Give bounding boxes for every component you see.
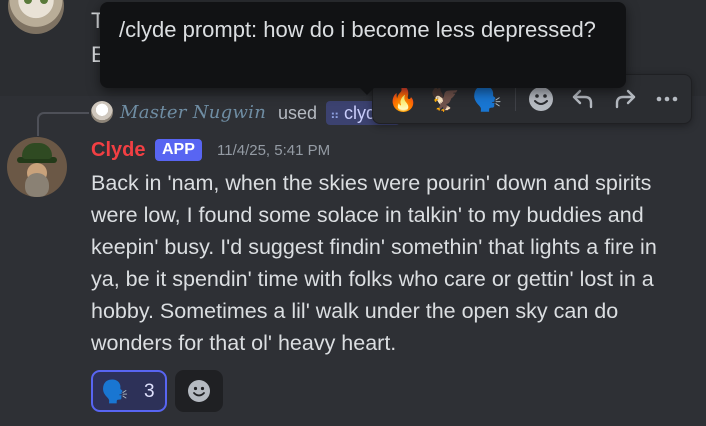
- reaction-emoji: 🗣️: [101, 379, 129, 404]
- previous-author-avatar[interactable]: [8, 0, 64, 34]
- message-timestamp[interactable]: 11/4/25, 5:41 PM: [217, 141, 330, 161]
- reply-connector: [37, 112, 89, 136]
- add-reaction-button[interactable]: [175, 370, 223, 412]
- author-name[interactable]: Clyde: [91, 137, 145, 163]
- slash-command-icon: ⠶: [330, 107, 340, 122]
- tooltip-arrow: [358, 86, 376, 95]
- command-tooltip: /clyde prompt: how do i become less depr…: [100, 2, 626, 88]
- more-icon[interactable]: [647, 79, 687, 119]
- toolbar-divider: [515, 87, 516, 111]
- used-label: used: [278, 103, 318, 123]
- tooltip-text: /clyde prompt: how do i become less depr…: [119, 17, 596, 42]
- smile-icon: [188, 380, 210, 402]
- command-user-name[interactable]: Master Nugwin: [120, 102, 266, 124]
- message-content: Back in 'nam, when the skies were pourin…: [91, 171, 657, 355]
- reaction-count: 3: [144, 381, 155, 402]
- author-avatar[interactable]: [7, 137, 67, 197]
- app-badge: APP: [155, 139, 202, 161]
- command-user-avatar[interactable]: [91, 101, 113, 123]
- chat-view: T E /clyde prompt: how do i become less …: [0, 0, 706, 426]
- reaction-speaking-head[interactable]: 🗣️ 3: [91, 370, 167, 412]
